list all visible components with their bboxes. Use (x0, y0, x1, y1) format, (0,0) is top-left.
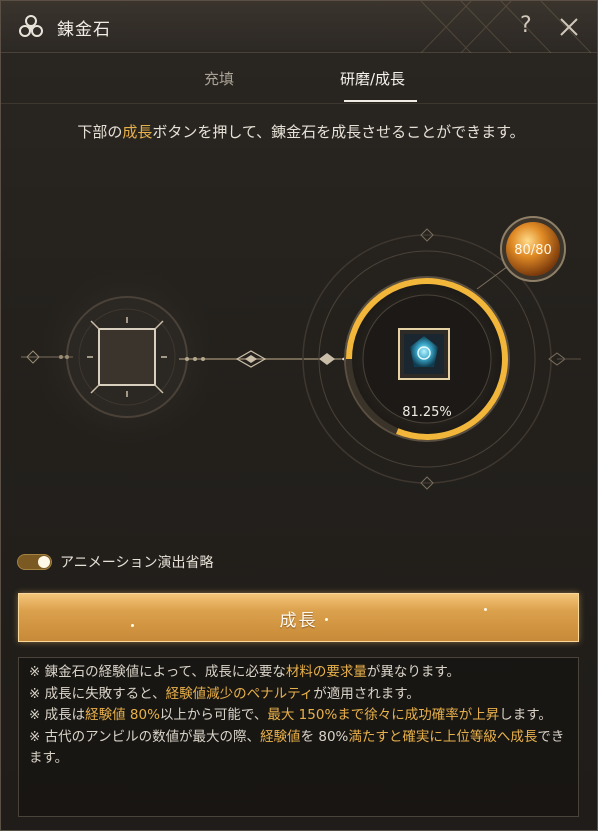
sparkle (131, 624, 134, 627)
tab-charge[interactable]: 充填 (204, 68, 234, 89)
note-highlight: 経験値 80% (85, 707, 160, 723)
note-line: ※ 錬金石の経験値によって、成長に必要な材料の要求量が異なります。 (29, 662, 568, 684)
grow-button[interactable]: 成長 (18, 593, 579, 642)
alchemy-stone-window: 錬金石 ? 充填 研磨/成長 下部の成長ボタンを押して、錬金石を成長させることが… (0, 0, 598, 831)
note-text: ※ 古代のアンビルの数値が最大の際、 (29, 728, 261, 745)
description-part1: 下部の (77, 123, 123, 141)
sparkle (325, 618, 328, 621)
note-highlight: 満たすと確実に上位等級へ成長 (348, 728, 538, 745)
title-bar[interactable]: 錬金石 ? (1, 1, 597, 53)
description-part2: ボタンを押して、錬金石を成長させることができます。 (152, 123, 525, 141)
note-text: ※ 成長は (29, 707, 86, 723)
sparkle (484, 608, 487, 611)
note-text: 以上から可能で、 (159, 707, 268, 723)
note-text: が適用されます。 (313, 685, 420, 702)
tab-polish-grow[interactable]: 研磨/成長 (340, 68, 405, 89)
note-line: ※ 古代のアンビルの数値が最大の際、経験値を 80%満たすと確実に上位等級へ成長… (29, 727, 568, 770)
description-text: 下部の成長ボタンを押して、錬金石を成長させることができます。 (31, 119, 571, 145)
note-text: を 80% (300, 728, 349, 745)
description-highlight: 成長 (122, 123, 153, 141)
note-line: ※ 成長は経験値 80%以上から可能で、最大 150%まで徐々に成功確率が上昇し… (29, 705, 568, 727)
note-highlight: 材料の要求量 (285, 664, 367, 680)
active-tab-indicator (344, 100, 417, 102)
note-highlight: 経験値 (260, 728, 301, 745)
durability-value: 80/80 (514, 243, 551, 258)
note-text: します。 (499, 707, 552, 723)
grow-button-label: 成長 (279, 611, 318, 631)
window-title: 錬金石 (57, 20, 111, 40)
notes-panel: ※ 錬金石の経験値によって、成長に必要な材料の要求量が異なります。 ※ 成長に失敗… (18, 657, 579, 817)
tab-bar: 充填 研磨/成長 (1, 54, 597, 104)
alchemy-stone-icon[interactable] (398, 328, 450, 380)
note-highlight: 最大 150%まで徐々に成功確率が上昇 (267, 707, 500, 723)
toggle-knob (38, 556, 50, 568)
animation-toggle-label: アニメーション演出省略 (60, 555, 214, 571)
animation-toggle-row: アニメーション演出省略 (17, 550, 317, 574)
animation-skip-toggle[interactable] (17, 554, 52, 570)
durability-orb: 80/80 (500, 216, 566, 282)
triskelion-icon (19, 15, 43, 37)
progress-percent: 81.25% (402, 405, 452, 420)
close-icon[interactable] (557, 15, 581, 39)
help-button[interactable]: ? (520, 13, 532, 38)
note-text: が異なります。 (366, 664, 461, 680)
note-highlight: 経験値減少のペナルティ (165, 685, 314, 702)
note-line: ※ 成長に失敗すると、経験値減少のペナルティが適用されます。 (29, 684, 568, 706)
note-text: ※ 錬金石の経験値によって、成長に必要な (29, 664, 286, 680)
growth-diagram: 81.25% 80/80 (21, 216, 581, 490)
note-text: ※ 成長に失敗すると、 (29, 685, 166, 702)
